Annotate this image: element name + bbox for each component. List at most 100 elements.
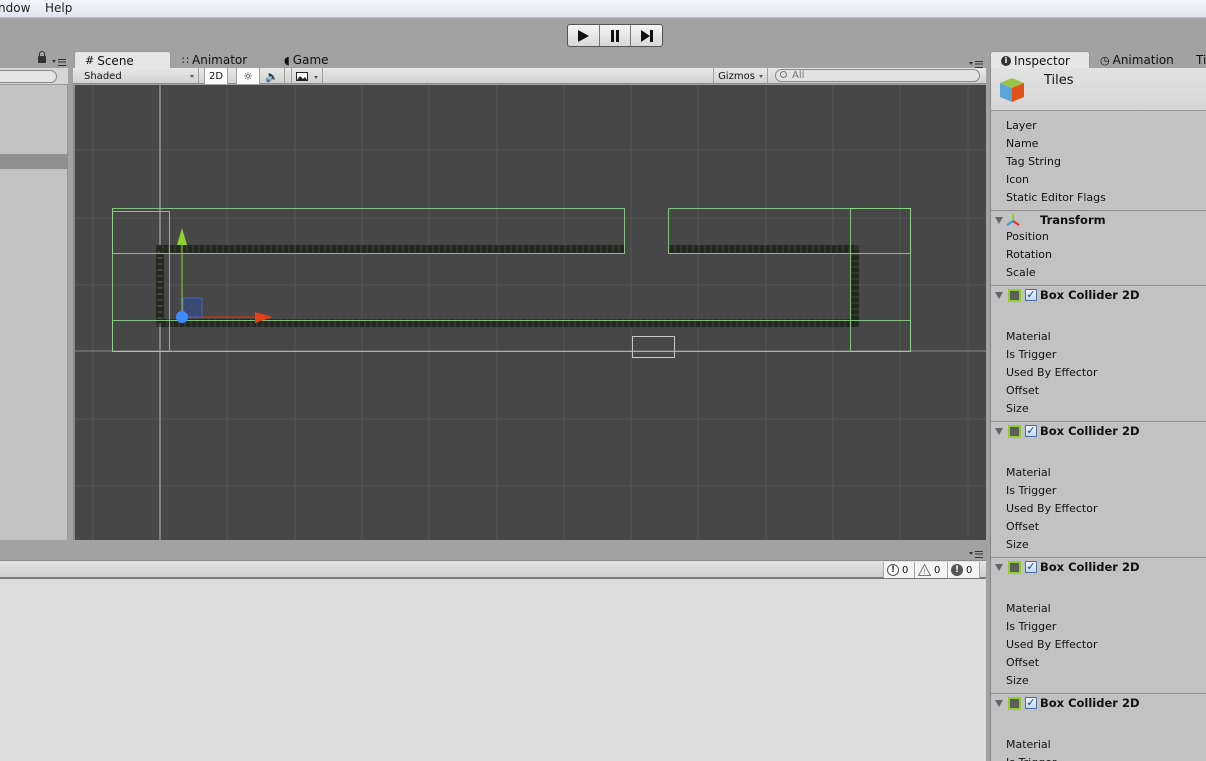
field-material: Material (1006, 738, 1051, 751)
field-used-by-effector: Used By Effector (1006, 638, 1098, 651)
scene-canvas[interactable] (75, 85, 986, 540)
box-collider-header[interactable]: ✓ Box Collider 2D (991, 285, 1206, 303)
foldout-triangle-icon[interactable] (995, 428, 1003, 435)
field-size: Size (1006, 402, 1029, 415)
field-scale: Scale (1006, 266, 1036, 279)
info-icon: i (1001, 55, 1011, 66)
chevron-down-icon (310, 71, 318, 82)
scene-panel-menu-icon[interactable] (969, 60, 983, 68)
field-is-trigger: Is Trigger (1006, 484, 1057, 497)
tab-truncated[interactable]: Ti (1186, 52, 1206, 68)
pause-icon (611, 29, 619, 42)
speaker-icon: 🔈 (265, 69, 279, 83)
2d-toggle[interactable]: 2D (204, 68, 228, 84)
field-used-by-effector: Used By Effector (1006, 502, 1098, 515)
foldout-triangle-icon[interactable] (995, 700, 1003, 707)
scene-viewport[interactable] (73, 85, 986, 540)
field-layer: Layer (1006, 119, 1037, 132)
svg-text:!: ! (923, 568, 926, 576)
pacman-icon: ◖ (284, 53, 290, 67)
tab-animator[interactable]: ∷ Animator (172, 52, 257, 68)
grid-icon: # (85, 54, 95, 67)
tab-animation-label: Animation (1112, 53, 1174, 67)
tab-truncated-label: Ti (1196, 53, 1206, 67)
field-tag-string: Tag String (1006, 155, 1061, 168)
menu-window[interactable]: ndow (0, 1, 30, 15)
box-collider-header[interactable]: ✓ Box Collider 2D (991, 557, 1206, 575)
inspector-tabs: i Inspector ◷ Animation Ti (986, 50, 1206, 69)
transform-component-header[interactable]: Transform (991, 210, 1206, 228)
tab-scene[interactable]: # Scene (74, 51, 171, 69)
play-controls (567, 24, 663, 47)
foldout-triangle-icon[interactable] (995, 292, 1003, 299)
image-icon (296, 71, 308, 81)
box-collider-header[interactable]: ✓ Box Collider 2D (991, 421, 1206, 439)
component-enabled-checkbox[interactable]: ✓ (1025, 425, 1037, 437)
field-name: Name (1006, 137, 1039, 150)
hierarchy-panel (0, 68, 68, 540)
unity-editor-window: ndow Help # Scene ∷ Animator ◖ Game Shad… (0, 0, 1206, 761)
effects-dropdown[interactable] (291, 68, 323, 84)
box-collider-header[interactable]: ✓ Box Collider 2D (991, 693, 1206, 711)
tab-game-label: Game (292, 53, 329, 67)
2d-toggle-label: 2D (208, 70, 224, 82)
edit-collider-icon[interactable] (1008, 697, 1021, 710)
hierarchy-search-input[interactable] (0, 70, 57, 83)
component-enabled-checkbox[interactable]: ✓ (1025, 697, 1037, 709)
gizmos-dropdown[interactable]: Gizmos (713, 68, 768, 84)
field-is-trigger: Is Trigger (1006, 348, 1057, 361)
foldout-triangle-icon[interactable] (995, 217, 1003, 224)
box-collider-title: Box Collider 2D (1040, 288, 1140, 302)
transform-axes-icon (1006, 214, 1020, 226)
error-count: 0 (966, 564, 973, 576)
search-icon (780, 71, 787, 78)
box-collider-title: Box Collider 2D (1040, 424, 1140, 438)
field-position: Position (1006, 230, 1049, 243)
panel-menu-icon[interactable] (52, 58, 66, 66)
component-enabled-checkbox[interactable]: ✓ (1025, 289, 1037, 301)
component-enabled-checkbox[interactable]: ✓ (1025, 561, 1037, 573)
step-button[interactable] (631, 25, 662, 46)
tab-inspector[interactable]: i Inspector (990, 51, 1090, 69)
scene-search-input[interactable]: All (775, 69, 980, 82)
scene-search-placeholder: All (792, 70, 805, 81)
info-count-toggle[interactable]: ! 0 (883, 562, 914, 578)
info-count: 0 (902, 564, 909, 576)
field-is-trigger: Is Trigger (1006, 620, 1057, 633)
gizmos-label: Gizmos (718, 70, 755, 82)
gizmo-y-arrow (177, 228, 187, 245)
shading-mode-dropdown[interactable]: Shaded (73, 68, 199, 84)
hierarchy-selected-row[interactable] (0, 154, 68, 169)
object-name: Tiles (1044, 73, 1074, 88)
console-log-area[interactable] (0, 578, 986, 761)
edit-collider-icon[interactable] (1008, 289, 1021, 302)
edit-collider-icon[interactable] (1008, 561, 1021, 574)
console-panel-header (0, 540, 986, 560)
menu-bar: ndow Help (0, 0, 1206, 18)
camera-gizmo (632, 336, 675, 358)
foldout-triangle-icon[interactable] (995, 564, 1003, 571)
lighting-toggle[interactable]: ☼ (236, 68, 260, 84)
error-count-toggle[interactable]: ! 0 (947, 562, 980, 578)
edit-collider-icon[interactable] (1008, 425, 1021, 438)
pause-button[interactable] (600, 25, 632, 46)
tile-path (156, 245, 859, 327)
audio-toggle[interactable]: 🔈 (260, 68, 285, 84)
gameobject-cube-icon (1000, 78, 1024, 102)
field-material: Material (1006, 466, 1051, 479)
field-offset: Offset (1006, 656, 1040, 669)
console-panel-menu-icon[interactable] (969, 550, 983, 558)
lock-icon[interactable] (38, 51, 46, 63)
field-size: Size (1006, 674, 1029, 687)
tab-game[interactable]: ◖ Game (274, 52, 339, 68)
tile-path-shadow (156, 245, 859, 327)
sun-icon: ☼ (243, 69, 253, 83)
warning-count-toggle[interactable]: ! 0 (914, 562, 947, 578)
tab-animation[interactable]: ◷ Animation (1090, 52, 1184, 68)
play-button[interactable] (568, 25, 600, 46)
menu-help[interactable]: Help (45, 1, 72, 15)
field-used-by-effector: Used By Effector (1006, 366, 1098, 379)
info-bubble-icon: ! (887, 564, 899, 576)
box-collider-title: Box Collider 2D (1040, 560, 1140, 574)
console-toolbar: ! 0 ! 0 ! 0 (0, 560, 986, 578)
